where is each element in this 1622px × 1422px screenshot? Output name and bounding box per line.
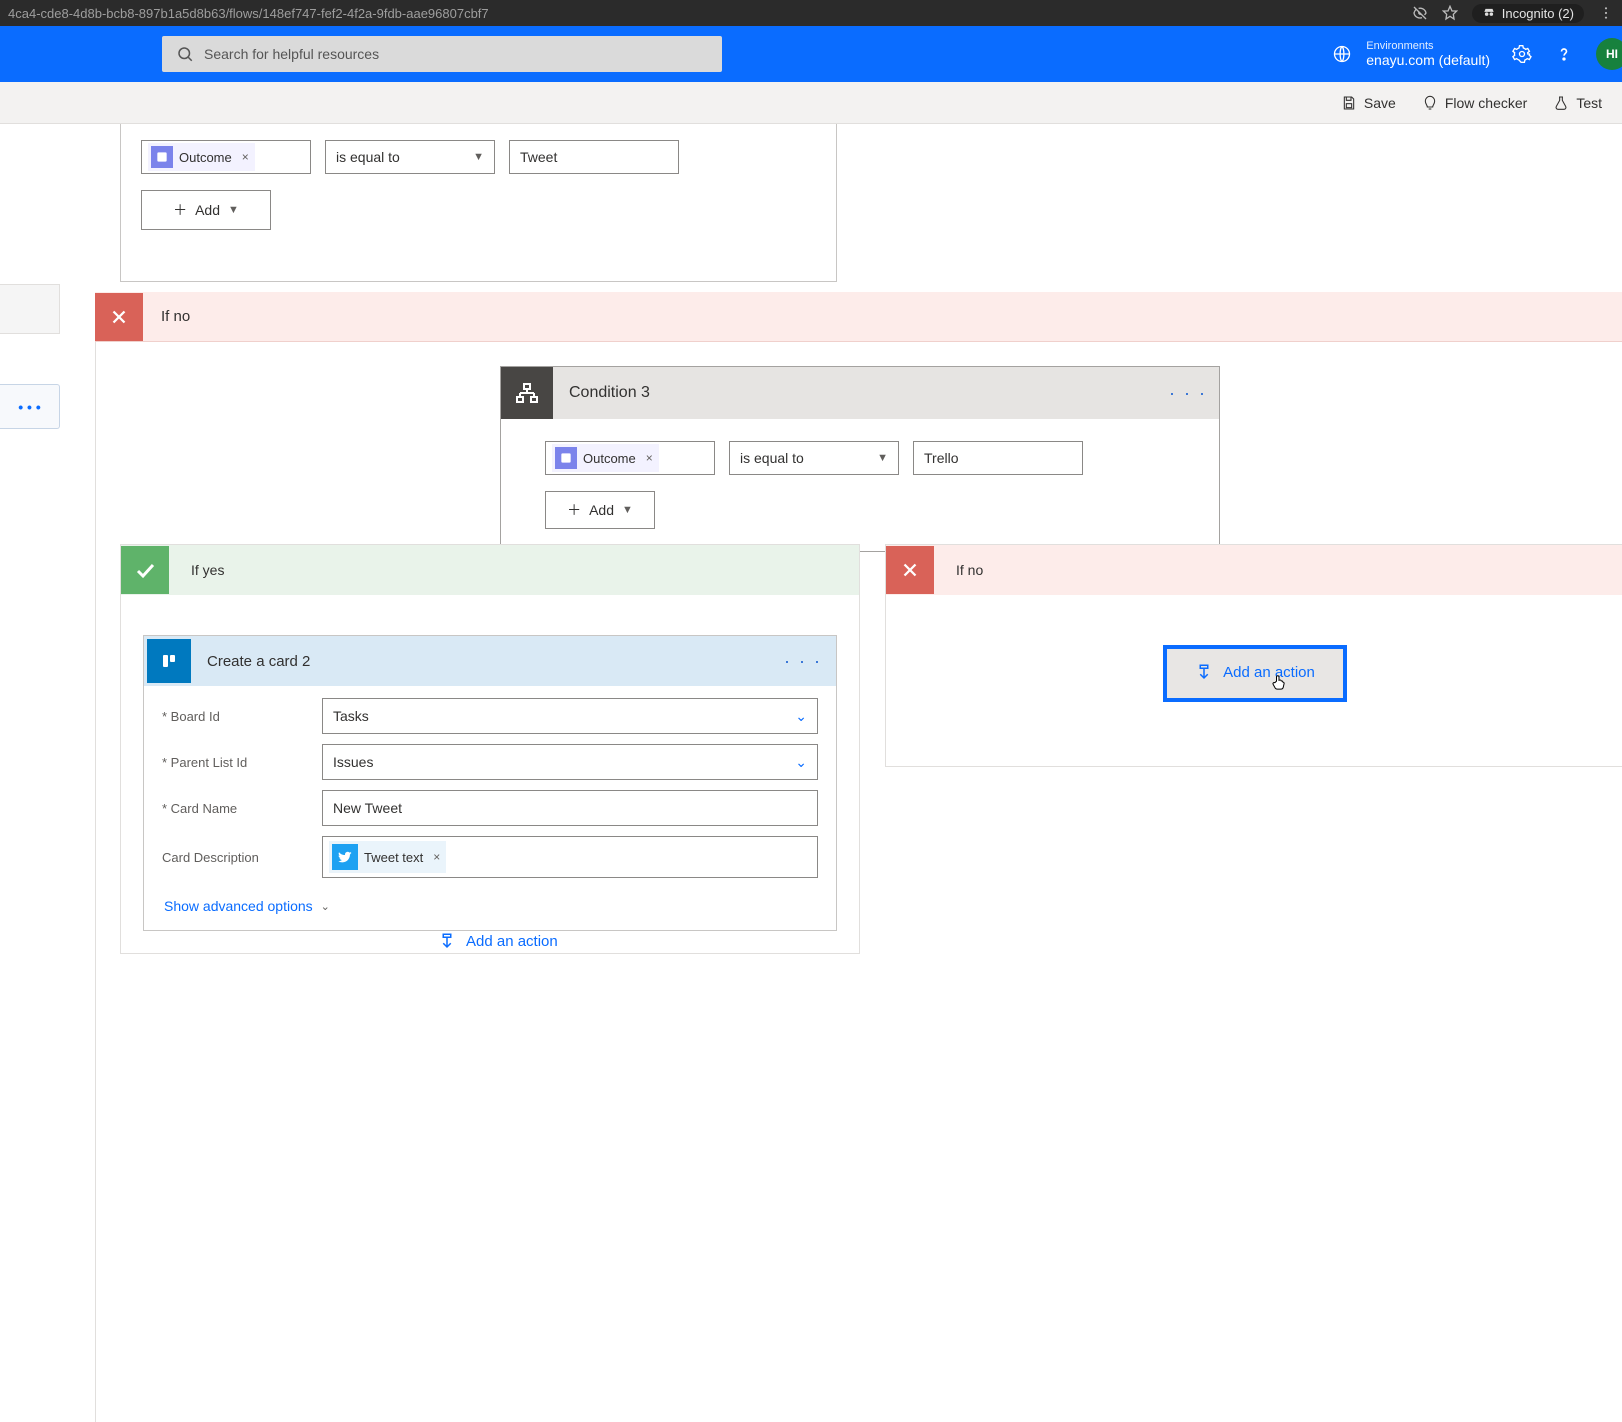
add-action-link-yes[interactable]: Add an action bbox=[438, 932, 558, 950]
condition-left-operand[interactable]: Outcome × bbox=[141, 140, 311, 174]
condition-right-operand[interactable]: Tweet bbox=[509, 140, 679, 174]
trello-create-card-action: Create a card 2 · · · Board Id Tasks ⌄ P… bbox=[143, 635, 837, 931]
test-button[interactable]: Test bbox=[1553, 95, 1602, 111]
environment-label: Environments bbox=[1366, 40, 1490, 52]
branch-if-yes-header[interactable]: If yes bbox=[121, 545, 859, 595]
condition-icon bbox=[501, 367, 553, 419]
condition-operator-select[interactable]: is equal to ▼ bbox=[325, 140, 495, 174]
plus-icon: ＋ bbox=[173, 200, 187, 220]
condition3-card: Condition 3 · · · Outcome × is equal to … bbox=[500, 366, 1220, 552]
environment-picker[interactable]: Environments enayu.com (default) bbox=[1332, 40, 1490, 68]
card-name-input[interactable]: New Tweet bbox=[322, 790, 818, 826]
field-label-parent-list: Parent List Id bbox=[162, 755, 247, 770]
search-input[interactable]: Search for helpful resources bbox=[162, 36, 722, 72]
forms-icon bbox=[555, 447, 577, 469]
flow-toolbar: Save Flow checker Test bbox=[0, 82, 1622, 124]
eye-off-icon[interactable] bbox=[1412, 5, 1428, 21]
incognito-indicator: Incognito (2) bbox=[1472, 4, 1584, 23]
ellipsis-icon[interactable]: · · · bbox=[784, 651, 822, 672]
cond3-add-row-button[interactable]: ＋ Add ▼ bbox=[545, 491, 655, 529]
ellipsis-icon[interactable]: · · · bbox=[1169, 383, 1207, 404]
forms-icon bbox=[151, 146, 173, 168]
kebab-icon[interactable] bbox=[1598, 5, 1614, 21]
show-advanced-options-link[interactable]: Show advanced options ⌄ bbox=[164, 898, 330, 914]
cond3-operator-select[interactable]: is equal to ▼ bbox=[729, 441, 899, 475]
cursor-hand-icon bbox=[1269, 672, 1289, 692]
search-placeholder: Search for helpful resources bbox=[204, 46, 379, 62]
field-label-card-desc: Card Description bbox=[162, 850, 259, 865]
card-description-input[interactable]: Tweet text × bbox=[322, 836, 818, 878]
app-header: Search for helpful resources Environment… bbox=[0, 26, 1622, 82]
branch-label: If no bbox=[956, 562, 983, 578]
incognito-label: Incognito (2) bbox=[1502, 6, 1574, 21]
x-icon bbox=[95, 293, 143, 341]
branch-label: If yes bbox=[191, 562, 224, 578]
trello-card-header[interactable]: Create a card 2 · · · bbox=[144, 636, 836, 686]
chevron-down-icon: ⌄ bbox=[321, 900, 330, 913]
add-action-highlighted[interactable]: Add an action bbox=[1163, 645, 1347, 702]
cond3-right-operand[interactable]: Trello bbox=[913, 441, 1083, 475]
check-icon bbox=[121, 546, 169, 594]
help-icon[interactable] bbox=[1554, 44, 1574, 64]
search-icon bbox=[176, 45, 194, 63]
browser-url-bar: 4ca4-cde8-4d8b-bcb8-897b1a5d8b63/flows/1… bbox=[0, 0, 1622, 26]
branch-if-no2-header[interactable]: If no bbox=[886, 545, 1622, 595]
board-id-select[interactable]: Tasks ⌄ bbox=[322, 698, 818, 734]
add-row-button[interactable]: ＋ Add ▼ bbox=[141, 190, 271, 230]
chevron-down-icon: ▼ bbox=[877, 452, 888, 464]
browser-url: 4ca4-cde8-4d8b-bcb8-897b1a5d8b63/flows/1… bbox=[8, 6, 1412, 21]
twitter-icon bbox=[332, 844, 358, 870]
chevron-down-icon: ▼ bbox=[228, 204, 239, 216]
chevron-down-icon: ▼ bbox=[473, 151, 484, 163]
tweet-text-token[interactable]: Tweet text × bbox=[329, 841, 446, 873]
condition3-title: Condition 3 bbox=[569, 384, 650, 402]
trello-icon bbox=[147, 639, 191, 683]
field-label-board-id: Board Id bbox=[162, 709, 220, 724]
save-button[interactable]: Save bbox=[1341, 95, 1396, 111]
flow-canvas[interactable]: • • • Outcome × is equal to ▼ bbox=[0, 124, 1622, 1080]
token-remove-icon[interactable]: × bbox=[242, 150, 249, 164]
field-label-card-name: Card Name bbox=[162, 801, 237, 816]
environment-name: enayu.com (default) bbox=[1366, 52, 1490, 68]
settings-gear-icon[interactable] bbox=[1512, 44, 1532, 64]
chevron-down-icon: ⌄ bbox=[795, 754, 807, 771]
branch-if-no-header[interactable]: If no bbox=[95, 292, 1622, 342]
plus-icon: ＋ bbox=[567, 500, 581, 520]
token-remove-icon[interactable]: × bbox=[433, 850, 440, 864]
star-icon[interactable] bbox=[1442, 5, 1458, 21]
branch-if-yes-panel: If yes Create a card 2 · · · Board Id Ta… bbox=[120, 544, 860, 954]
left-ellipsis-chip[interactable]: • • • bbox=[0, 384, 60, 429]
globe-icon bbox=[1332, 44, 1352, 64]
condition-card-top: Outcome × is equal to ▼ Tweet ＋ Add ▼ bbox=[120, 124, 837, 282]
outcome-token[interactable]: Outcome × bbox=[552, 444, 659, 472]
outcome-token[interactable]: Outcome × bbox=[148, 143, 255, 171]
parent-list-select[interactable]: Issues ⌄ bbox=[322, 744, 818, 780]
token-remove-icon[interactable]: × bbox=[646, 451, 653, 465]
branch-if-no2-panel: If no Add an action bbox=[885, 544, 1622, 767]
cond3-left-operand[interactable]: Outcome × bbox=[545, 441, 715, 475]
flow-checker-button[interactable]: Flow checker bbox=[1422, 95, 1527, 111]
trello-card-title: Create a card 2 bbox=[207, 653, 310, 670]
chevron-down-icon: ⌄ bbox=[795, 708, 807, 725]
branch-label: If no bbox=[161, 308, 190, 325]
chevron-down-icon: ▼ bbox=[622, 504, 633, 516]
sibling-panel-edge bbox=[0, 284, 60, 334]
condition3-header[interactable]: Condition 3 · · · bbox=[501, 367, 1219, 419]
x-icon bbox=[886, 546, 934, 594]
avatar[interactable]: HI bbox=[1596, 38, 1622, 70]
